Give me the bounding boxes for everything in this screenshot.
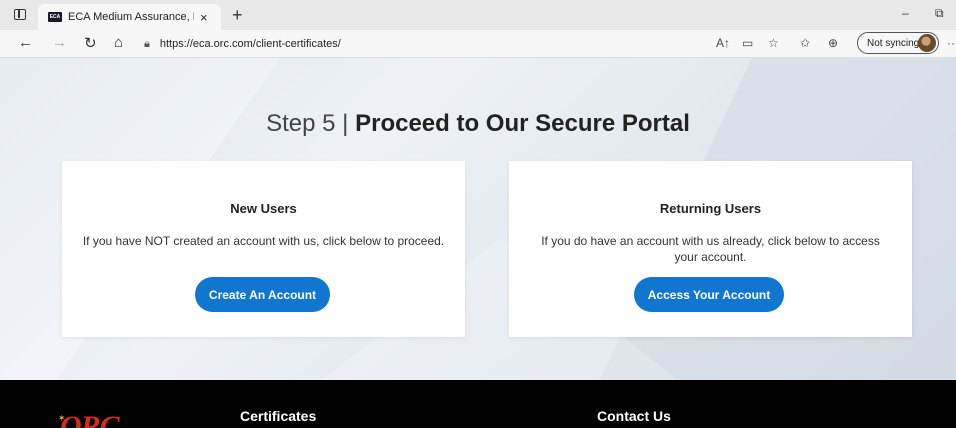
new-users-text: If you have NOT created an account with … bbox=[82, 234, 445, 248]
new-users-title: New Users bbox=[230, 201, 297, 216]
collections-icon[interactable]: ⊕ bbox=[828, 36, 838, 50]
access-account-button[interactable]: Access Your Account bbox=[634, 277, 784, 312]
step-prefix: Step 5 | bbox=[266, 110, 356, 137]
add-favorite-icon[interactable]: ☆ bbox=[768, 36, 779, 50]
close-tab-icon[interactable]: × bbox=[200, 10, 208, 25]
more-menu-icon[interactable]: ··· bbox=[947, 36, 956, 50]
page-title: Step 5 | Proceed to Our Secure Portal bbox=[0, 110, 956, 138]
home-icon[interactable]: ⌂ bbox=[114, 34, 123, 51]
footer-certificates-heading: Certificates bbox=[240, 408, 317, 424]
restore-window-icon[interactable]: ⧉ bbox=[935, 6, 944, 21]
new-tab-button[interactable]: + bbox=[232, 5, 243, 26]
back-arrow-icon[interactable]: ← bbox=[18, 34, 33, 51]
tab-title: ECA Medium Assurance, ECA Me bbox=[68, 11, 194, 23]
favorites-icon[interactable]: ✩ bbox=[800, 36, 810, 50]
footer-contact-heading: Contact Us bbox=[597, 408, 671, 424]
url-text: https://eca.orc.com/client-certificates/ bbox=[159, 38, 341, 50]
refresh-icon[interactable]: ↻ bbox=[84, 34, 97, 52]
returning-users-text: If you do have an account with us alread… bbox=[541, 234, 880, 264]
portal-section: Step 5 | Proceed to Our Secure Portal Ne… bbox=[0, 58, 956, 380]
create-account-button[interactable]: Create An Account bbox=[195, 277, 330, 312]
immersive-reader-icon[interactable]: ▭ bbox=[742, 36, 753, 50]
tab-actions-icon[interactable] bbox=[14, 9, 26, 20]
orc-logo[interactable]: ORC bbox=[60, 410, 120, 428]
read-aloud-icon[interactable]: A↑ bbox=[716, 36, 730, 50]
site-favicon-icon: ECA bbox=[48, 12, 62, 22]
returning-users-title: Returning Users bbox=[659, 201, 762, 216]
minimize-window-icon[interactable]: – bbox=[902, 6, 909, 20]
browser-tab-bar: ECA ECA Medium Assurance, ECA Me × + – ⧉ bbox=[0, 0, 956, 30]
avatar bbox=[918, 34, 936, 52]
new-users-card: New Users If you have NOT created an acc… bbox=[62, 161, 465, 337]
profile-sync-button[interactable]: Not syncing bbox=[857, 32, 939, 54]
step-title: Proceed to Our Secure Portal bbox=[355, 110, 690, 137]
url-field[interactable]: 🔒︎ https://eca.orc.com/client-certificat… bbox=[140, 33, 700, 55]
returning-users-card: Returning Users If you do have an accoun… bbox=[509, 161, 912, 337]
browser-tab[interactable]: ECA ECA Medium Assurance, ECA Me × bbox=[38, 4, 221, 30]
forward-arrow-icon[interactable]: → bbox=[52, 34, 67, 51]
sync-status-label: Not syncing bbox=[867, 37, 920, 49]
browser-address-bar: ← → ↻ ⌂ 🔒︎ https://eca.orc.com/client-ce… bbox=[0, 30, 956, 58]
site-footer: ✶ ORC Certificates Contact Us bbox=[0, 380, 956, 428]
lock-icon: 🔒︎ bbox=[144, 37, 150, 50]
